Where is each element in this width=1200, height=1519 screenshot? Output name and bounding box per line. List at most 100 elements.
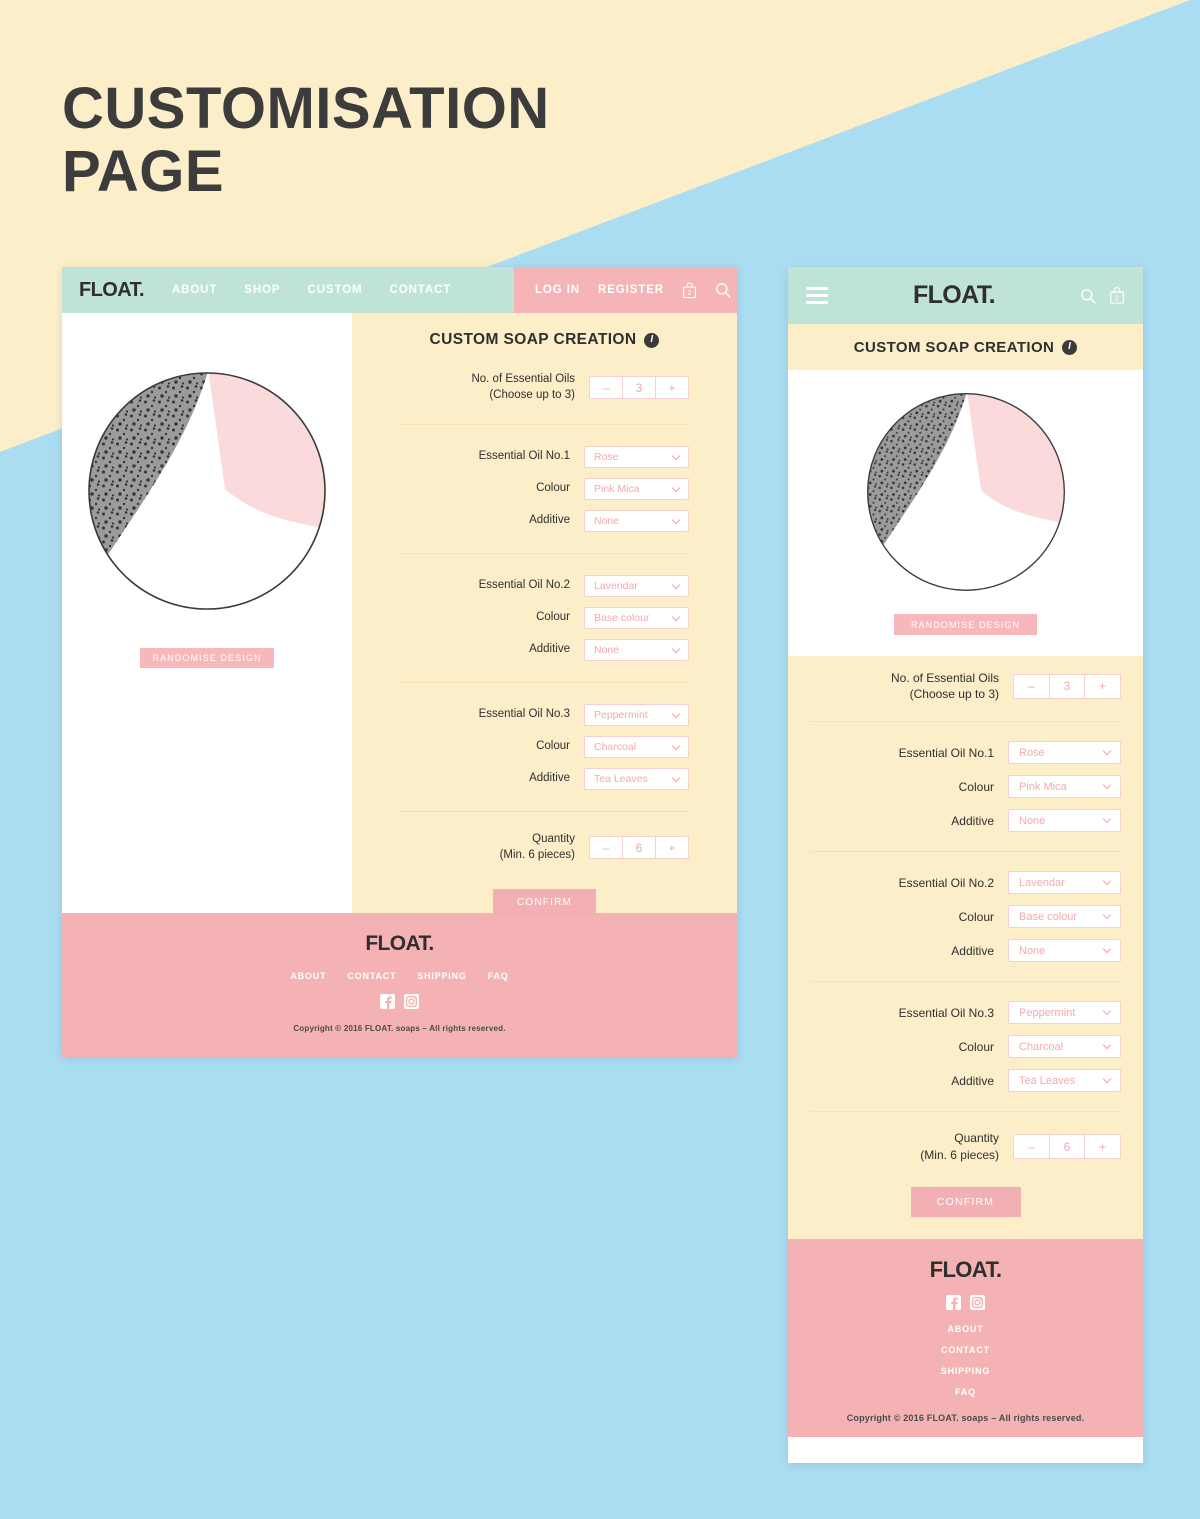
mobile-footer-copyright: Copyright © 2016 FLOAT. soaps – All righ… [846, 1412, 1085, 1423]
quantity-stepper[interactable]: – 6 + [589, 836, 689, 860]
mobile-cart-button[interactable]: 2 [1109, 286, 1125, 305]
soap-preview [87, 371, 327, 616]
desktop-navbar-left: FLOAT. ABOUT SHOP CUSTOM CONTACT [62, 267, 514, 313]
oil-count-decrement[interactable]: – [590, 377, 623, 399]
soap-design-illustration [88, 372, 326, 610]
facebook-icon [946, 1294, 961, 1310]
confirm-button[interactable]: CONFIRM [493, 889, 596, 917]
mobile-oil-2-select[interactable]: Lavendar [1008, 871, 1121, 895]
mobile-footer-link-about[interactable]: ABOUT [947, 1324, 983, 1334]
mobile-quantity-increment[interactable]: + [1084, 1135, 1120, 1159]
mobile-additive-2-select[interactable]: None [1008, 939, 1121, 963]
mobile-facebook-link[interactable] [946, 1294, 961, 1310]
mobile-additive-1-value: None [1019, 814, 1046, 827]
mobile-quantity-value: 6 [1049, 1135, 1085, 1159]
mobile-page-heading: CUSTOM SOAP CREATION [853, 338, 1055, 356]
register-link[interactable]: REGISTER [598, 284, 664, 296]
colour-1-select[interactable]: Pink Mica [584, 478, 689, 501]
chevron-down-icon [1102, 1041, 1112, 1050]
colour-2-label: Colour [536, 611, 570, 624]
mobile-oil-3-value: Peppermint [1019, 1006, 1076, 1019]
info-icon[interactable]: i [644, 332, 660, 348]
oil-3-value: Peppermint [594, 709, 648, 722]
mobile-footer-logo[interactable]: FLOAT. [930, 1257, 1002, 1283]
footer-logo[interactable]: FLOAT. [365, 932, 434, 956]
mobile-oil-1-select[interactable]: Rose [1008, 741, 1121, 765]
mobile-colour-1-select[interactable]: Pink Mica [1008, 775, 1121, 799]
login-link[interactable]: LOG IN [535, 284, 580, 296]
page-title: CUSTOMISATION PAGE [62, 76, 550, 204]
mobile-colour-2-row: Colour Base colour [810, 905, 1121, 929]
additive-1-select[interactable]: None [584, 510, 689, 533]
oil-count-row: No. of Essential Oils (Choose up to 3) –… [352, 372, 737, 403]
search-button[interactable] [715, 282, 731, 298]
mobile-oil-3-label: Essential Oil No.3 [898, 1005, 994, 1020]
cart-button[interactable]: 2 [682, 282, 697, 299]
facebook-link[interactable] [380, 994, 395, 1009]
mobile-footer-links: ABOUT CONTACT SHIPPING FAQ [941, 1324, 990, 1397]
mobile-additive-3-label: Additive [951, 1073, 994, 1088]
mobile-oil-2-label: Essential Oil No.2 [898, 875, 994, 890]
additive-2-row: Additive None [400, 639, 689, 662]
colour-2-select[interactable]: Base colour [584, 607, 689, 630]
additive-2-select[interactable]: None [584, 639, 689, 662]
mobile-oil-3-select[interactable]: Peppermint [1008, 1001, 1121, 1025]
mobile-additive-3-row: Additive Tea Leaves [810, 1069, 1121, 1093]
mobile-logo[interactable]: FLOAT. [913, 281, 996, 310]
nav-item-about[interactable]: ABOUT [172, 284, 217, 296]
mobile-footer-link-faq[interactable]: FAQ [955, 1387, 976, 1397]
info-icon[interactable]: i [1062, 339, 1078, 355]
nav-item-shop[interactable]: SHOP [244, 284, 280, 296]
oil-2-select[interactable]: Lavendar [584, 575, 689, 598]
mobile-oil-count-increment[interactable]: + [1084, 674, 1120, 698]
oil-3-select[interactable]: Peppermint [584, 704, 689, 727]
hamburger-menu-icon[interactable] [806, 287, 828, 304]
oil-count-stepper[interactable]: – 3 + [589, 376, 689, 400]
quantity-increment[interactable]: + [655, 837, 688, 859]
desktop-content: RANDOMISE DESIGN CUSTOM SOAP CREATION i … [62, 313, 737, 917]
instagram-link[interactable] [404, 994, 419, 1009]
oil-2-label: Essential Oil No.2 [478, 579, 570, 592]
mobile-oil-count-decrement[interactable]: – [1014, 674, 1050, 698]
mobile-footer-link-contact[interactable]: CONTACT [941, 1345, 990, 1355]
oil-group-1: Essential Oil No.1 Rose Colour Pink Mica… [352, 425, 737, 533]
mobile-quantity-decrement[interactable]: – [1014, 1135, 1050, 1159]
mobile-instagram-link[interactable] [970, 1294, 985, 1310]
mobile-navbar: FLOAT. 2 [788, 267, 1143, 324]
footer-link-shipping[interactable]: SHIPPING [417, 971, 466, 981]
chevron-down-icon [671, 483, 681, 492]
footer-link-contact[interactable]: CONTACT [347, 971, 396, 981]
mobile-colour-3-select[interactable]: Charcoal [1008, 1035, 1121, 1059]
mobile-footer-social-row [946, 1294, 985, 1310]
logo[interactable]: FLOAT. [79, 279, 145, 302]
svg-text:2: 2 [688, 290, 692, 297]
shopping-bag-icon: 2 [1110, 287, 1124, 304]
additive-3-select[interactable]: Tea Leaves [584, 768, 689, 791]
facebook-icon [380, 994, 395, 1009]
mobile-footer-link-shipping[interactable]: SHIPPING [941, 1366, 990, 1376]
oil-count-increment[interactable]: + [655, 377, 688, 399]
mobile-search-button[interactable] [1080, 288, 1096, 304]
footer-link-about[interactable]: ABOUT [290, 971, 326, 981]
nav-item-contact[interactable]: CONTACT [390, 284, 452, 296]
mobile-colour-2-select[interactable]: Base colour [1008, 905, 1121, 929]
mobile-randomise-design-button[interactable]: RANDOMISE DESIGN [894, 614, 1037, 635]
search-icon [1081, 288, 1096, 304]
mobile-oil-count-stepper[interactable]: – 3 + [1013, 673, 1121, 699]
randomise-design-button[interactable]: RANDOMISE DESIGN [140, 648, 274, 668]
mobile-quantity-stepper[interactable]: – 6 + [1013, 1134, 1121, 1160]
colour-3-select[interactable]: Charcoal [584, 736, 689, 759]
quantity-decrement[interactable]: – [590, 837, 623, 859]
mobile-additive-3-select[interactable]: Tea Leaves [1008, 1069, 1121, 1093]
additive-1-value: None [594, 515, 620, 528]
additive-1-row: Additive None [400, 510, 689, 533]
colour-1-value: Pink Mica [594, 483, 640, 496]
mobile-confirm-button[interactable]: CONFIRM [910, 1186, 1021, 1217]
mobile-colour-1-value: Pink Mica [1019, 780, 1067, 793]
mobile-additive-1-select[interactable]: None [1008, 809, 1121, 833]
oil-1-select[interactable]: Rose [584, 446, 689, 469]
nav-item-custom[interactable]: CUSTOM [308, 284, 363, 296]
footer-link-faq[interactable]: FAQ [488, 971, 509, 981]
mobile-oil-group-3: Essential Oil No.3 Peppermint Colour Cha… [788, 982, 1143, 1093]
chevron-down-icon [1102, 747, 1112, 756]
